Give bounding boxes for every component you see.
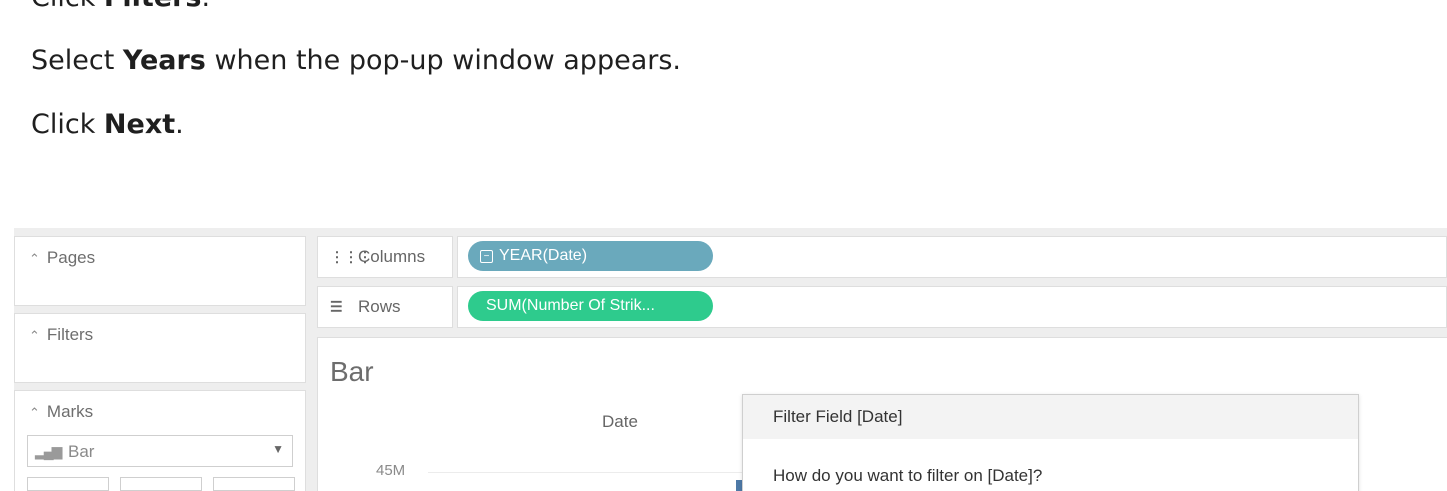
instruction-text: when the pop-up window appears. [205,45,681,76]
expand-icon: − [480,250,493,263]
rows-label-text: Rows [358,297,401,316]
columns-label-text: Columns [358,247,426,266]
gridline [428,472,748,473]
year-date-pill[interactable]: − YEAR(Date) [468,241,713,271]
year-date-pill-label: YEAR(Date) [499,247,588,264]
marks-size-button[interactable] [120,477,202,491]
marks-card: ⌃ Marks ▂▄▆ Bar ▼ [14,390,306,491]
dropdown-arrow-icon: ▼ [272,442,284,456]
rows-shelf-label: ☰ Rows [317,286,453,328]
sum-number-of-strikes-pill[interactable]: SUM(Number Of Strik... [468,291,713,321]
instruction-keyword: Next [103,109,176,140]
pages-card-title: Pages [46,248,96,267]
rows-shelf: ☰ Rows SUM(Number Of Strik... [317,286,1447,328]
marks-label-button[interactable] [213,477,295,491]
marks-color-button[interactable] [27,477,109,491]
mark-type-value: Bar [68,442,95,461]
instruction-text: Click [31,0,104,13]
marks-card-header[interactable]: ⌃ Marks [29,402,93,422]
bar-chart-icon: ▂▄▆ [35,443,62,459]
instruction-text: Select [31,45,123,76]
marks-card-title: Marks [46,402,94,421]
instruction-text: Click [31,109,104,140]
filter-field-dialog: Filter Field [Date] How do you want to f… [742,394,1359,491]
filters-card-header[interactable]: ⌃ Filters [29,325,93,345]
chevron-up-icon: ⌃ [29,251,40,266]
instruction-click-next: Click Next. [31,108,184,142]
instruction-select-years: Select Years when the pop-up window appe… [31,44,681,78]
pages-card: ⌃ Pages [14,236,306,306]
instruction-click-filters: Click Filters. [31,0,210,15]
columns-drop-zone[interactable]: − YEAR(Date) [457,236,1447,278]
instruction-keyword: Years [122,45,206,76]
mark-type-dropdown[interactable]: ▂▄▆ Bar ▼ [27,435,293,467]
instruction-keyword: Filters [104,0,202,13]
dialog-question: How do you want to filter on [Date]? [773,466,1043,485]
chevron-up-icon: ⌃ [29,328,40,343]
view-title: Bar [330,356,374,387]
tableau-screenshot: ⌃ Pages ⌃ Filters ⌃ Marks ▂▄▆ Bar ▼ ⋮⋮⋮ Col… [14,228,1447,491]
columns-shelf-label: ⋮⋮⋮ Columns [317,236,453,278]
rows-icon: ☰ [330,298,343,315]
dialog-title: Filter Field [Date] [773,407,903,426]
columns-shelf: ⋮⋮⋮ Columns − YEAR(Date) [317,236,1447,278]
y-axis-tick-label: 45M [376,462,406,479]
column-header-date[interactable]: Date [602,412,638,432]
pages-card-header[interactable]: ⌃ Pages [29,248,95,268]
sum-pill-label: SUM(Number Of Strik... [486,297,655,314]
instruction-text: . [175,109,184,140]
chevron-up-icon: ⌃ [29,405,40,420]
instruction-text: . [201,0,210,13]
filters-card-title: Filters [46,325,94,344]
filters-card: ⌃ Filters [14,313,306,383]
dialog-header[interactable]: Filter Field [Date] [743,395,1358,439]
rows-drop-zone[interactable]: SUM(Number Of Strik... [457,286,1447,328]
